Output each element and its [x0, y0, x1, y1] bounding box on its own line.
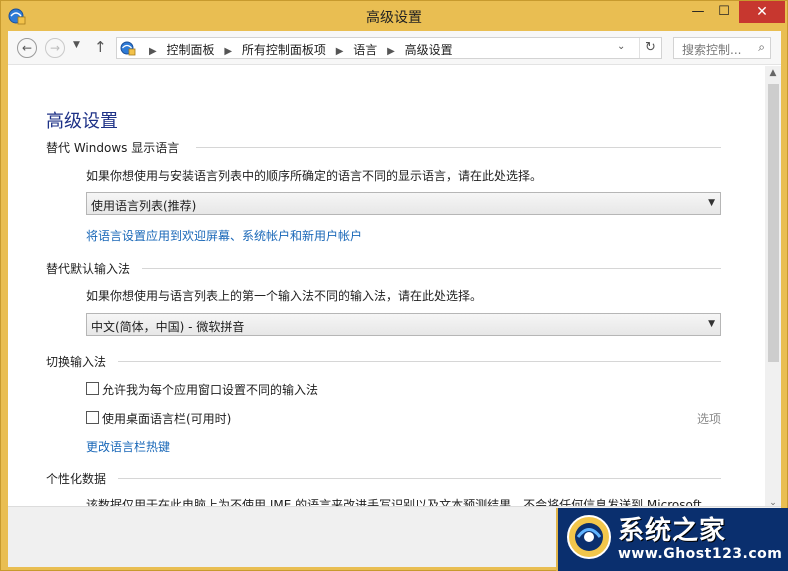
window-frame: 高级设置 — ☐ ✕ ← → ▼ ↑ ▶ 控制面板 ▶ 所有控制面板项 ▶ 语言…	[0, 0, 788, 571]
breadcrumb-item[interactable]: 高级设置	[405, 43, 453, 57]
change-hotkeys-link[interactable]: 更改语言栏热键	[86, 438, 170, 455]
watermark-emblem-icon	[567, 515, 611, 559]
title-bar[interactable]: 高级设置 — ☐ ✕	[1, 1, 787, 31]
chevron-down-icon: ⌄	[617, 41, 626, 52]
arrow-right-icon: →	[49, 41, 61, 55]
section-heading-personalization: 个性化数据	[46, 470, 721, 486]
chevron-down-icon: ▼	[708, 319, 715, 329]
select-value: 中文(简体，中国) - 微软拼音	[91, 320, 245, 334]
breadcrumb-item[interactable]: 所有控制面板项	[242, 43, 326, 57]
search-input[interactable]: 搜索控制... ⌕	[673, 37, 771, 59]
divider	[196, 147, 721, 148]
arrow-up-icon: ↑	[94, 38, 107, 56]
client-area: ← → ▼ ↑ ▶ 控制面板 ▶ 所有控制面板项 ▶ 语言 ▶ 高级设置 ⌄ ↻…	[8, 31, 781, 567]
breadcrumb-item[interactable]: 语言	[353, 43, 377, 57]
breadcrumb: ▶ 控制面板 ▶ 所有控制面板项 ▶ 语言 ▶ 高级设置	[143, 41, 453, 58]
display-language-select[interactable]: 使用语言列表(推荐) ▼	[86, 192, 721, 215]
divider	[142, 268, 721, 269]
chevron-right-icon[interactable]: ▶	[224, 46, 232, 57]
close-button[interactable]: ✕	[739, 1, 785, 23]
up-button[interactable]: ↑	[94, 38, 107, 56]
search-icon[interactable]: ⌕	[758, 40, 765, 55]
section-heading-display-language: 替代 Windows 显示语言	[46, 139, 721, 155]
settings-content: 高级设置 替代 Windows 显示语言 如果你想使用与安装语言列表中的顺序所确…	[8, 66, 765, 506]
divider	[118, 478, 721, 479]
checkbox-label: 允许我为每个应用窗口设置不同的输入法	[102, 383, 319, 397]
checkbox-label: 使用桌面语言栏(可用时)	[102, 412, 232, 426]
section-heading-switch-input: 切换输入法	[46, 353, 721, 369]
forward-button[interactable]: →	[45, 38, 65, 58]
section-heading-text: 替代默认输入法	[46, 262, 137, 276]
address-dropdown-button[interactable]: ⌄	[617, 41, 625, 52]
breadcrumb-item[interactable]: 控制面板	[167, 43, 215, 57]
display-language-description: 如果你想使用与安装语言列表中的顺序所确定的语言不同的显示语言，请在此处选择。	[86, 169, 543, 183]
back-button[interactable]: ←	[17, 38, 37, 58]
default-input-select[interactable]: 中文(简体，中国) - 微软拼音 ▼	[86, 313, 721, 336]
recent-locations-button[interactable]: ▼	[73, 40, 80, 50]
minimize-button[interactable]: —	[685, 1, 711, 23]
chevron-down-icon: ▼	[73, 40, 80, 50]
watermark-title: 系统之家	[618, 516, 727, 546]
chevron-right-icon[interactable]: ▶	[336, 46, 344, 57]
watermark-url: www.Ghost123.com	[618, 546, 783, 562]
address-bar[interactable]: ▶ 控制面板 ▶ 所有控制面板项 ▶ 语言 ▶ 高级设置 ⌄ ↻	[116, 37, 662, 59]
window-title: 高级设置	[366, 10, 422, 26]
maximize-button[interactable]: ☐	[711, 1, 737, 23]
section-heading-text: 替代 Windows 显示语言	[46, 141, 186, 155]
scroll-thumb[interactable]	[768, 84, 779, 362]
search-placeholder: 搜索控制...	[682, 43, 742, 57]
refresh-icon: ↻	[645, 40, 656, 55]
divider	[118, 361, 721, 362]
desktop-language-bar-checkbox[interactable]	[86, 411, 99, 424]
watermark-logo: 系统之家 www.Ghost123.com	[556, 508, 788, 571]
apply-language-settings-link[interactable]: 将语言设置应用到欢迎屏幕、系统帐户和新用户帐户	[86, 227, 362, 244]
control-panel-icon	[120, 41, 136, 56]
chevron-right-icon[interactable]: ▶	[387, 46, 395, 57]
chevron-right-icon: ▶	[149, 46, 157, 57]
select-value: 使用语言列表(推荐)	[91, 199, 197, 213]
page-title: 高级设置	[46, 111, 118, 132]
chevron-down-icon: ▼	[708, 198, 715, 208]
scroll-up-button[interactable]: ▲	[765, 68, 781, 78]
section-heading-text: 切换输入法	[46, 355, 113, 369]
section-heading-text: 个性化数据	[46, 472, 113, 486]
personalization-description: 该数据仅用于在此电脑上为不使用 IME 的语言来改进手写识别以及文本预测结果。不…	[86, 498, 714, 506]
section-heading-default-input: 替代默认输入法	[46, 260, 721, 276]
chevron-up-icon: ▲	[769, 68, 777, 78]
arrow-left-icon: ←	[21, 41, 33, 55]
default-input-description: 如果你想使用与语言列表上的第一个输入法不同的输入法，请在此处选择。	[86, 289, 483, 303]
navigation-bar: ← → ▼ ↑ ▶ 控制面板 ▶ 所有控制面板项 ▶ 语言 ▶ 高级设置 ⌄ ↻…	[8, 31, 781, 65]
vertical-scrollbar[interactable]: ▲ ⌄	[765, 66, 781, 508]
language-bar-options-link[interactable]: 选项	[697, 410, 721, 427]
refresh-button[interactable]: ↻	[639, 38, 661, 58]
per-app-input-checkbox[interactable]	[86, 382, 99, 395]
